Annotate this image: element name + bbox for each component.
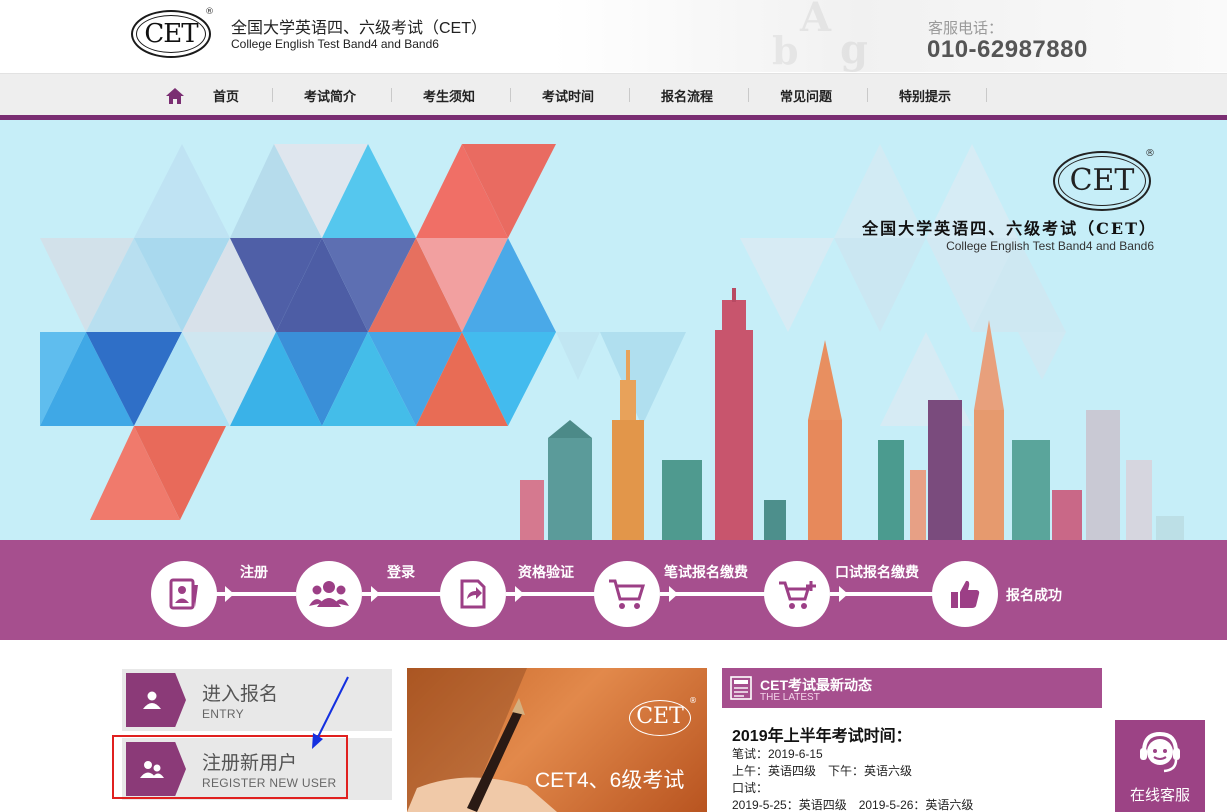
news-item-heading[interactable]: 2019年上半年考试时间：: [732, 722, 912, 746]
annotation-arrow-icon: [312, 676, 349, 749]
banner-title: 全国大学英语四、六级考试（CET）: [862, 219, 1157, 238]
step-login[interactable]: [296, 561, 362, 627]
step-verify[interactable]: [440, 561, 506, 627]
nav-divider: [748, 88, 749, 102]
nav-item-notice[interactable]: 考生须知: [423, 86, 475, 106]
registered-mark: ®: [205, 7, 214, 17]
id-card-icon: [169, 578, 198, 610]
entry-title: 进入报名: [202, 684, 279, 705]
site-header: A b g CET ® 全国大学英语四、六级考试（CET） College En…: [0, 0, 1227, 73]
users-icon: [309, 581, 349, 607]
step-label: 报名成功: [1006, 587, 1062, 603]
decor-letter: g: [840, 26, 868, 73]
news-icon: [730, 676, 752, 700]
step-label: 口试报名缴费: [835, 564, 919, 580]
nav-divider: [629, 88, 630, 102]
entry-subtitle: ENTRY: [202, 707, 244, 721]
step-label: 登录: [387, 564, 415, 580]
user-icon: [143, 691, 161, 709]
decor-letter: A: [800, 0, 832, 41]
promo-logo: CET: [629, 700, 691, 736]
step-register[interactable]: [151, 561, 217, 627]
online-service-label: 在线客服: [1129, 787, 1190, 804]
step-label: 注册: [240, 564, 268, 580]
news-line: 笔试：2019-6-15: [732, 747, 823, 761]
news-subtitle: THE LATEST: [760, 692, 820, 703]
process-arrow: [669, 586, 678, 602]
news-line: 口试：: [732, 781, 769, 795]
promo-image[interactable]: CET ® CET4、6级考试: [407, 668, 707, 812]
process-arrow: [839, 586, 848, 602]
nav-divider: [867, 88, 868, 102]
nav-item-faq[interactable]: 常见问题: [780, 86, 832, 106]
home-icon[interactable]: [166, 88, 184, 104]
phone-number: 010-62987880: [927, 36, 1088, 63]
process-arrow: [225, 586, 234, 602]
nav-divider: [391, 88, 392, 102]
site-subtitle: College English Test Band4 and Band6: [231, 37, 439, 51]
nav-item-process[interactable]: 报名流程: [661, 86, 713, 106]
news-line: 上午：英语四级 下午：英语六级: [732, 764, 913, 778]
phone-label: 客服电话：: [928, 20, 1004, 37]
nav-divider: [986, 88, 987, 102]
verify-icon: [460, 579, 486, 609]
hero-banner: CET ® 全国大学英语四、六级考试（CET） College English …: [0, 120, 1227, 540]
promo-caption: CET4、6级考试: [535, 769, 685, 792]
main-nav: 首页 考试简介 考生须知 考试时间 报名流程 常见问题 特别提示: [0, 73, 1227, 115]
online-service-button[interactable]: 在线客服: [1115, 720, 1205, 812]
banner-subtitle: College English Test Band4 and Band6: [946, 239, 1154, 253]
decor-letter: b: [772, 28, 799, 73]
registered-mark: ®: [1145, 148, 1155, 159]
nav-item-intro[interactable]: 考试简介: [304, 86, 356, 106]
nav-item-tips[interactable]: 特别提示: [899, 86, 951, 106]
step-written-payment[interactable]: [594, 561, 660, 627]
process-arrow: [371, 586, 380, 602]
cart-icon: [609, 579, 646, 609]
nav-divider: [272, 88, 273, 102]
registration-process: 注册 登录 资格验证 笔试报名缴费 口试报名缴费 报名成功: [0, 540, 1227, 640]
headset-icon: [1140, 731, 1180, 773]
step-oral-payment[interactable]: [764, 561, 830, 627]
cart-plus-icon: [779, 581, 816, 609]
site-logo[interactable]: CET: [131, 10, 211, 58]
step-label: 笔试报名缴费: [664, 564, 748, 580]
icon-tab: [126, 673, 186, 727]
thumbs-up-icon: [951, 580, 980, 608]
nav-divider: [510, 88, 511, 102]
registered-mark: ®: [689, 696, 697, 705]
site-title: 全国大学英语四、六级考试（CET）: [231, 20, 488, 37]
nav-item-home[interactable]: 首页: [213, 86, 239, 106]
news-line: 2019-5-25：英语四级 2019-5-26：英语六级: [732, 798, 974, 812]
banner-illustration: [40, 144, 1184, 540]
process-arrow: [515, 586, 524, 602]
nav-item-schedule[interactable]: 考试时间: [542, 86, 594, 106]
banner-logo: CET: [1053, 151, 1151, 211]
news-header: CET考试最新动态 THE LATEST: [722, 668, 1102, 708]
step-success[interactable]: [932, 561, 998, 627]
step-label: 资格验证: [518, 564, 574, 580]
